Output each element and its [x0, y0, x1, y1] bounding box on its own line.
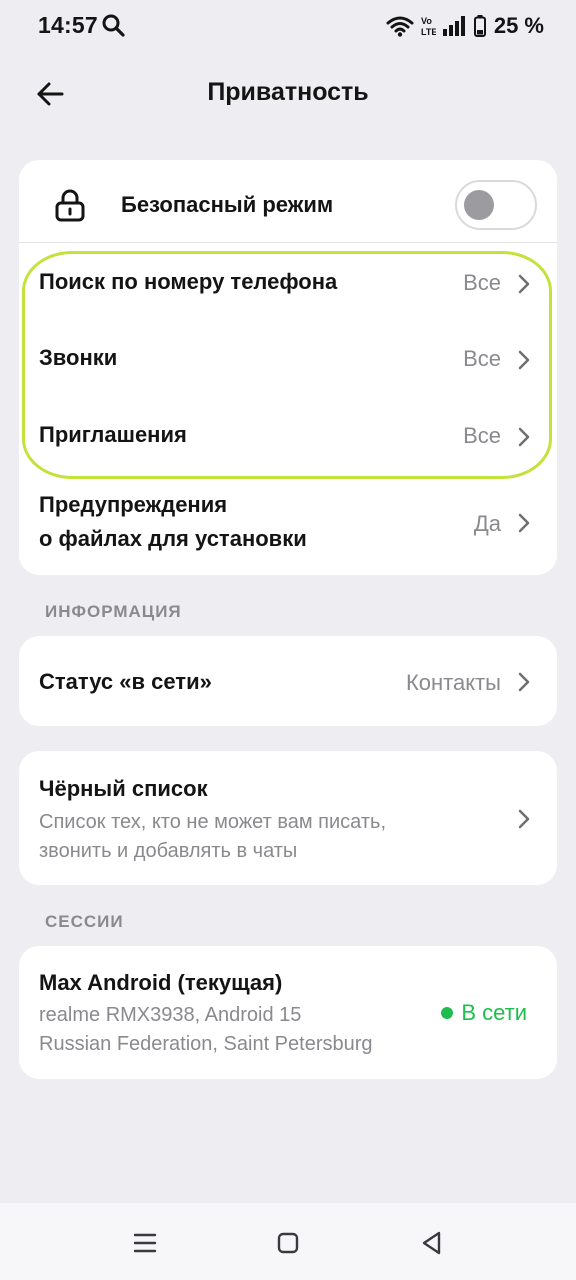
- install-warnings-label-line1: Предупреждения: [39, 492, 228, 517]
- session-location: Russian Federation, Saint Petersburg: [39, 1033, 373, 1055]
- blacklist-title: Чёрный список: [39, 776, 208, 801]
- online-status-value: Контакты: [405, 670, 501, 695]
- install-warnings-value: Да: [473, 511, 501, 536]
- calls-row[interactable]: Звонки Все: [19, 328, 557, 392]
- chevron-right-icon: [518, 513, 530, 533]
- chevron-right-icon: [518, 809, 530, 829]
- safe-mode-label: Безопасный режим: [121, 192, 334, 217]
- calls-label: Звонки: [39, 345, 118, 370]
- privacy-card: Безопасный режим Поиск по номеру телефон…: [19, 160, 557, 575]
- sessions-section-title: СЕССИИ: [45, 912, 124, 931]
- blacklist-desc-line1: Список тех, кто не может вам писать,: [39, 811, 387, 833]
- blacklist-row[interactable]: Чёрный список Список тех, кто не может в…: [19, 751, 557, 885]
- page-title: Приватность: [207, 78, 369, 106]
- home-icon[interactable]: [273, 1228, 303, 1258]
- info-card: Статус «в сети» Контакты: [19, 636, 557, 726]
- online-status-label: Статус «в сети»: [39, 669, 212, 694]
- status-time: 14:57: [38, 12, 98, 38]
- invitations-row[interactable]: Приглашения Все: [19, 405, 557, 469]
- session-status: В сети: [441, 1000, 527, 1026]
- calls-value: Все: [463, 346, 501, 371]
- blacklist-desc-line2: звонить и добавлять в чаты: [39, 840, 298, 862]
- chevron-right-icon: [518, 350, 530, 370]
- privacy-screen: 14:57 Vo LTE 25 % Приватность Безопасный…: [0, 0, 576, 1280]
- invitations-value: Все: [463, 423, 501, 448]
- chevron-right-icon: [518, 672, 530, 692]
- chevron-right-icon: [518, 427, 530, 447]
- lock-icon: [55, 189, 85, 222]
- battery-percent: 25 %: [493, 13, 544, 38]
- install-warnings-label-line2: о файлах для установки: [39, 526, 307, 551]
- info-section-title: ИНФОРМАЦИЯ: [45, 602, 182, 621]
- menu-icon[interactable]: [130, 1228, 160, 1258]
- battery-icon: [473, 15, 486, 37]
- chevron-right-icon: [518, 274, 530, 294]
- phone-search-value: Все: [463, 270, 501, 295]
- svg-text:LTE: LTE: [421, 27, 436, 37]
- signal-icon: [442, 16, 465, 36]
- online-status-row[interactable]: Статус «в сети» Контакты: [19, 636, 557, 726]
- install-warnings-row[interactable]: Предупреждения о файлах для установки Да: [19, 482, 557, 570]
- session-row[interactable]: Max Android (текущая) realme RMX3938, An…: [19, 946, 557, 1079]
- wifi-icon: [386, 16, 414, 37]
- status-icons: Vo LTE 25 %: [386, 12, 544, 40]
- invitations-label: Приглашения: [39, 422, 187, 447]
- phone-search-label: Поиск по номеру телефона: [39, 269, 338, 294]
- toggle-knob: [464, 190, 494, 220]
- header: Приватность: [0, 62, 576, 126]
- back-triangle-icon[interactable]: [417, 1228, 447, 1258]
- svg-text:Vo: Vo: [421, 16, 432, 26]
- volte-icon: Vo LTE: [421, 16, 436, 37]
- divider: [19, 242, 557, 243]
- search-icon: [102, 14, 125, 37]
- safe-mode-toggle[interactable]: [455, 180, 537, 230]
- session-device: realme RMX3938, Android 15: [39, 1004, 302, 1026]
- navigation-bar: [0, 1203, 576, 1280]
- sessions-card: Max Android (текущая) realme RMX3938, An…: [19, 946, 557, 1079]
- phone-search-row[interactable]: Поиск по номеру телефона Все: [19, 252, 557, 316]
- online-dot-icon: [441, 1007, 454, 1019]
- status-bar: 14:57 Vo LTE 25 %: [0, 0, 576, 52]
- session-status-text: В сети: [461, 1000, 527, 1025]
- safe-mode-row[interactable]: Безопасный режим: [19, 160, 557, 242]
- session-name: Max Android (текущая): [39, 970, 283, 995]
- blacklist-card: Чёрный список Список тех, кто не может в…: [19, 751, 557, 885]
